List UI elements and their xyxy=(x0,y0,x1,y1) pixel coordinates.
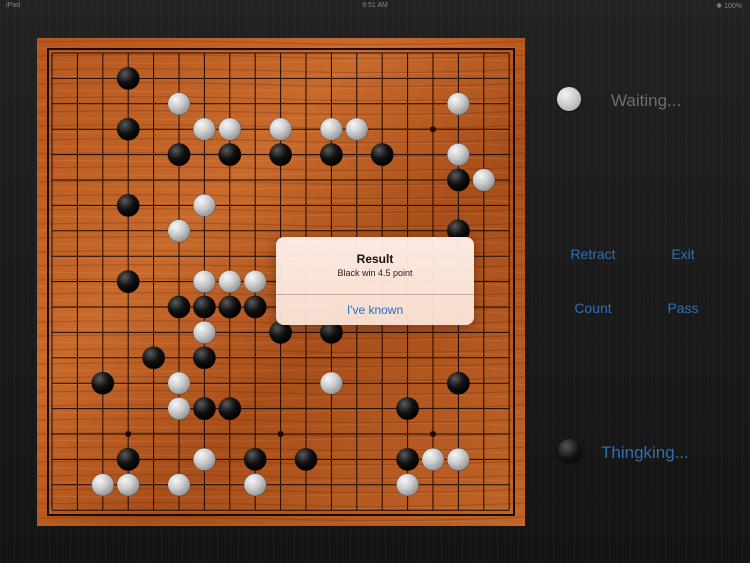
white-player-stone-icon xyxy=(557,87,581,111)
black-stone[interactable] xyxy=(167,295,191,319)
black-stone[interactable] xyxy=(446,168,470,192)
white-stone[interactable] xyxy=(116,473,140,497)
black-stone[interactable] xyxy=(218,397,242,421)
exit-button[interactable]: Exit xyxy=(643,246,723,262)
black-stone[interactable] xyxy=(192,295,216,319)
white-stone[interactable] xyxy=(167,397,191,421)
black-stone[interactable] xyxy=(91,371,115,395)
white-stone[interactable] xyxy=(192,270,216,294)
white-stone[interactable] xyxy=(218,270,242,294)
black-stone[interactable] xyxy=(192,397,216,421)
black-stone[interactable] xyxy=(446,371,470,395)
black-stone[interactable] xyxy=(167,143,191,167)
black-stone[interactable] xyxy=(396,447,420,471)
count-button[interactable]: Count xyxy=(553,300,633,316)
white-stone[interactable] xyxy=(192,117,216,141)
star-point xyxy=(430,126,436,133)
black-stone[interactable] xyxy=(269,143,293,167)
white-stone[interactable] xyxy=(446,92,470,116)
result-dialog: Result Black win 4.5 point I've known xyxy=(276,237,474,325)
white-stone[interactable] xyxy=(319,371,343,395)
white-stone[interactable] xyxy=(319,117,343,141)
black-stone[interactable] xyxy=(218,143,242,167)
white-stone[interactable] xyxy=(192,193,216,217)
black-player-stone-icon xyxy=(558,439,582,463)
white-stone[interactable] xyxy=(91,473,115,497)
white-stone[interactable] xyxy=(446,143,470,167)
black-stone[interactable] xyxy=(370,143,394,167)
dialog-title: Result xyxy=(356,252,394,266)
white-stone[interactable] xyxy=(472,168,496,192)
dialog-ok-button[interactable]: I've known xyxy=(276,295,474,325)
footer-label: Label xyxy=(604,512,629,523)
pass-button[interactable]: Pass xyxy=(643,300,723,316)
battery-label: ✱ 100% xyxy=(716,3,742,10)
black-stone[interactable] xyxy=(116,447,140,471)
white-stone[interactable] xyxy=(396,473,420,497)
white-stone[interactable] xyxy=(218,117,242,141)
white-stone[interactable] xyxy=(192,320,216,344)
black-stone[interactable] xyxy=(218,295,242,319)
white-stone[interactable] xyxy=(167,92,191,116)
clock-label: 9:51 AM xyxy=(362,2,388,9)
black-stone[interactable] xyxy=(243,295,267,319)
black-stone[interactable] xyxy=(142,346,166,370)
black-stone[interactable] xyxy=(116,193,140,217)
dialog-message: Black win 4.5 point xyxy=(337,268,413,278)
black-stone[interactable] xyxy=(116,270,140,294)
white-stone[interactable] xyxy=(167,473,191,497)
white-stone[interactable] xyxy=(192,447,216,471)
black-stone[interactable] xyxy=(319,143,343,167)
white-stone[interactable] xyxy=(421,447,445,471)
white-stone[interactable] xyxy=(167,219,191,243)
white-stone[interactable] xyxy=(446,447,470,471)
black-stone[interactable] xyxy=(243,447,267,471)
white-stone[interactable] xyxy=(243,270,267,294)
black-stone[interactable] xyxy=(396,397,420,421)
black-player-status: Thingking... xyxy=(601,443,689,462)
white-player-status: Waiting... xyxy=(611,91,682,110)
black-stone[interactable] xyxy=(116,66,140,90)
black-stone[interactable] xyxy=(116,117,140,141)
star-point xyxy=(125,431,132,437)
white-stone[interactable] xyxy=(269,117,293,141)
retract-button[interactable]: Retract xyxy=(553,246,633,262)
star-point xyxy=(430,431,436,437)
star-point xyxy=(277,431,284,437)
white-stone[interactable] xyxy=(167,371,191,395)
black-stone[interactable] xyxy=(294,447,318,471)
white-stone[interactable] xyxy=(345,117,369,141)
black-stone[interactable] xyxy=(192,346,216,370)
white-stone[interactable] xyxy=(243,473,267,497)
status-bar: iPad 9:51 AM ✱ 100% xyxy=(0,0,750,12)
